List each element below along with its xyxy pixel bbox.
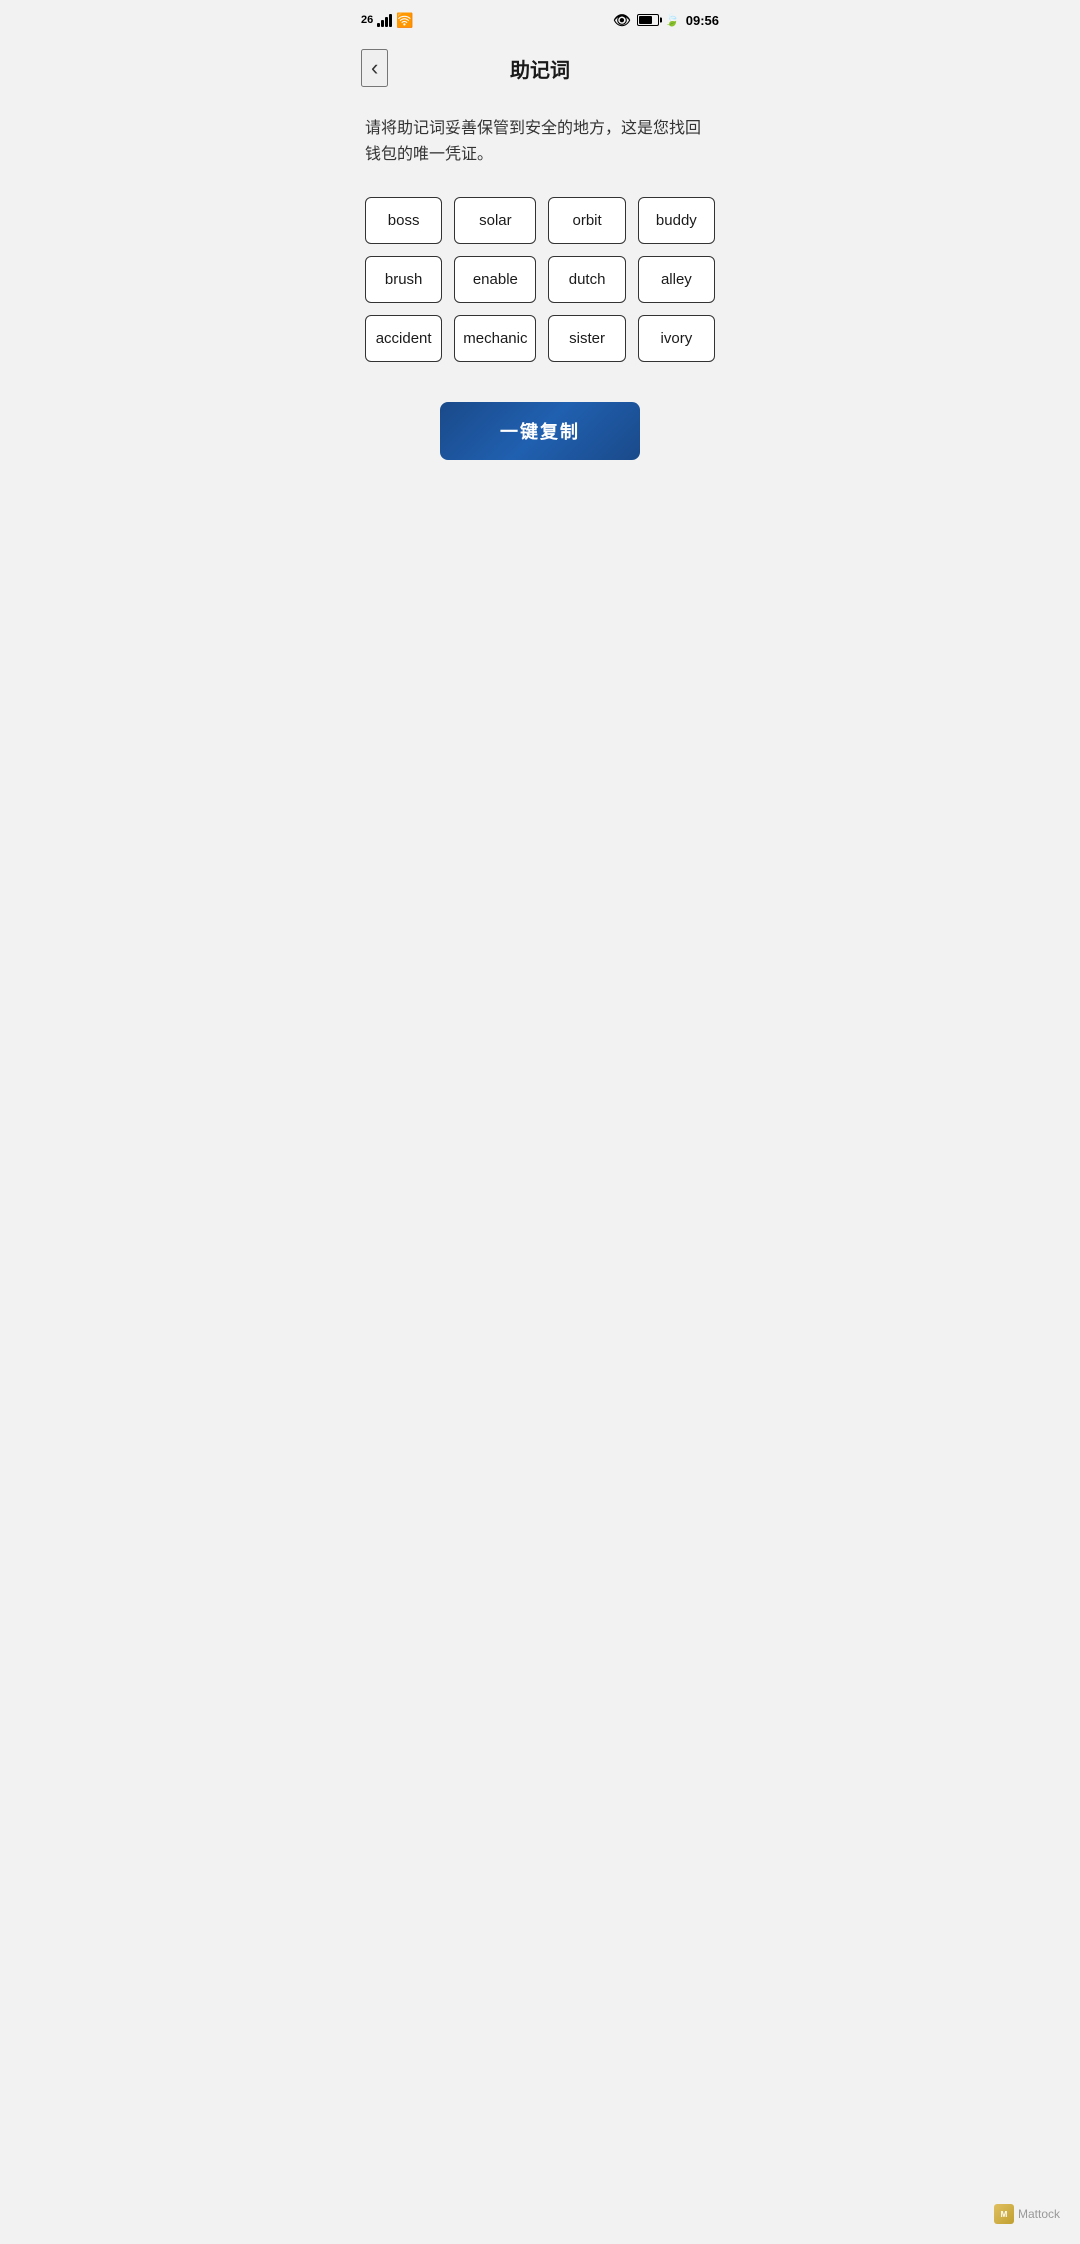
mnemonic-word-4: buddy (638, 197, 715, 244)
battery-icon (637, 14, 659, 26)
back-button[interactable]: ‹ (361, 49, 388, 87)
nav-bar: ‹ 助记词 (345, 40, 735, 96)
copy-button[interactable]: 一键复制 (440, 402, 640, 460)
description-text: 请将助记词妥善保管到安全的地方，这是您找回钱包的唯一凭证。 (365, 116, 715, 167)
mnemonic-word-2: solar (454, 197, 536, 244)
leaf-icon: 🍃 (665, 13, 680, 27)
page-title: 助记词 (510, 54, 570, 83)
time-display: 09:56 (686, 13, 719, 28)
mnemonic-word-8: alley (638, 256, 715, 303)
status-right: 👁 🍃 09:56 (613, 12, 719, 29)
mnemonic-word-11: sister (548, 315, 625, 362)
mnemonic-word-12: ivory (638, 315, 715, 362)
mnemonic-word-1: boss (365, 197, 442, 244)
status-left: 26 🛜 (361, 12, 414, 29)
mnemonic-word-9: accident (365, 315, 442, 362)
mnemonic-word-3: orbit (548, 197, 625, 244)
footer-watermark: M Mattock (994, 2204, 1060, 2224)
mnemonic-word-7: dutch (548, 256, 625, 303)
status-bar: 26 🛜 👁 🍃 09:56 (345, 0, 735, 40)
wifi-icon: 🛜 (396, 12, 413, 29)
network-type: 26 (361, 14, 373, 26)
main-content: 请将助记词妥善保管到安全的地方，这是您找回钱包的唯一凭证。 boss solaro… (345, 96, 735, 480)
signal-icon (377, 14, 392, 27)
mnemonic-word-6: enable (454, 256, 536, 303)
watermark-logo: M (994, 2204, 1014, 2224)
mnemonic-word-5: brush (365, 256, 442, 303)
copy-button-container: 一键复制 (365, 402, 715, 460)
watermark-text: Mattock (1018, 2207, 1060, 2221)
eye-icon: 👁 (613, 12, 631, 29)
mnemonic-word-10: mechanic (454, 315, 536, 362)
mnemonic-grid: boss solar orbit buddy brush enable dutch alley… (365, 197, 715, 362)
